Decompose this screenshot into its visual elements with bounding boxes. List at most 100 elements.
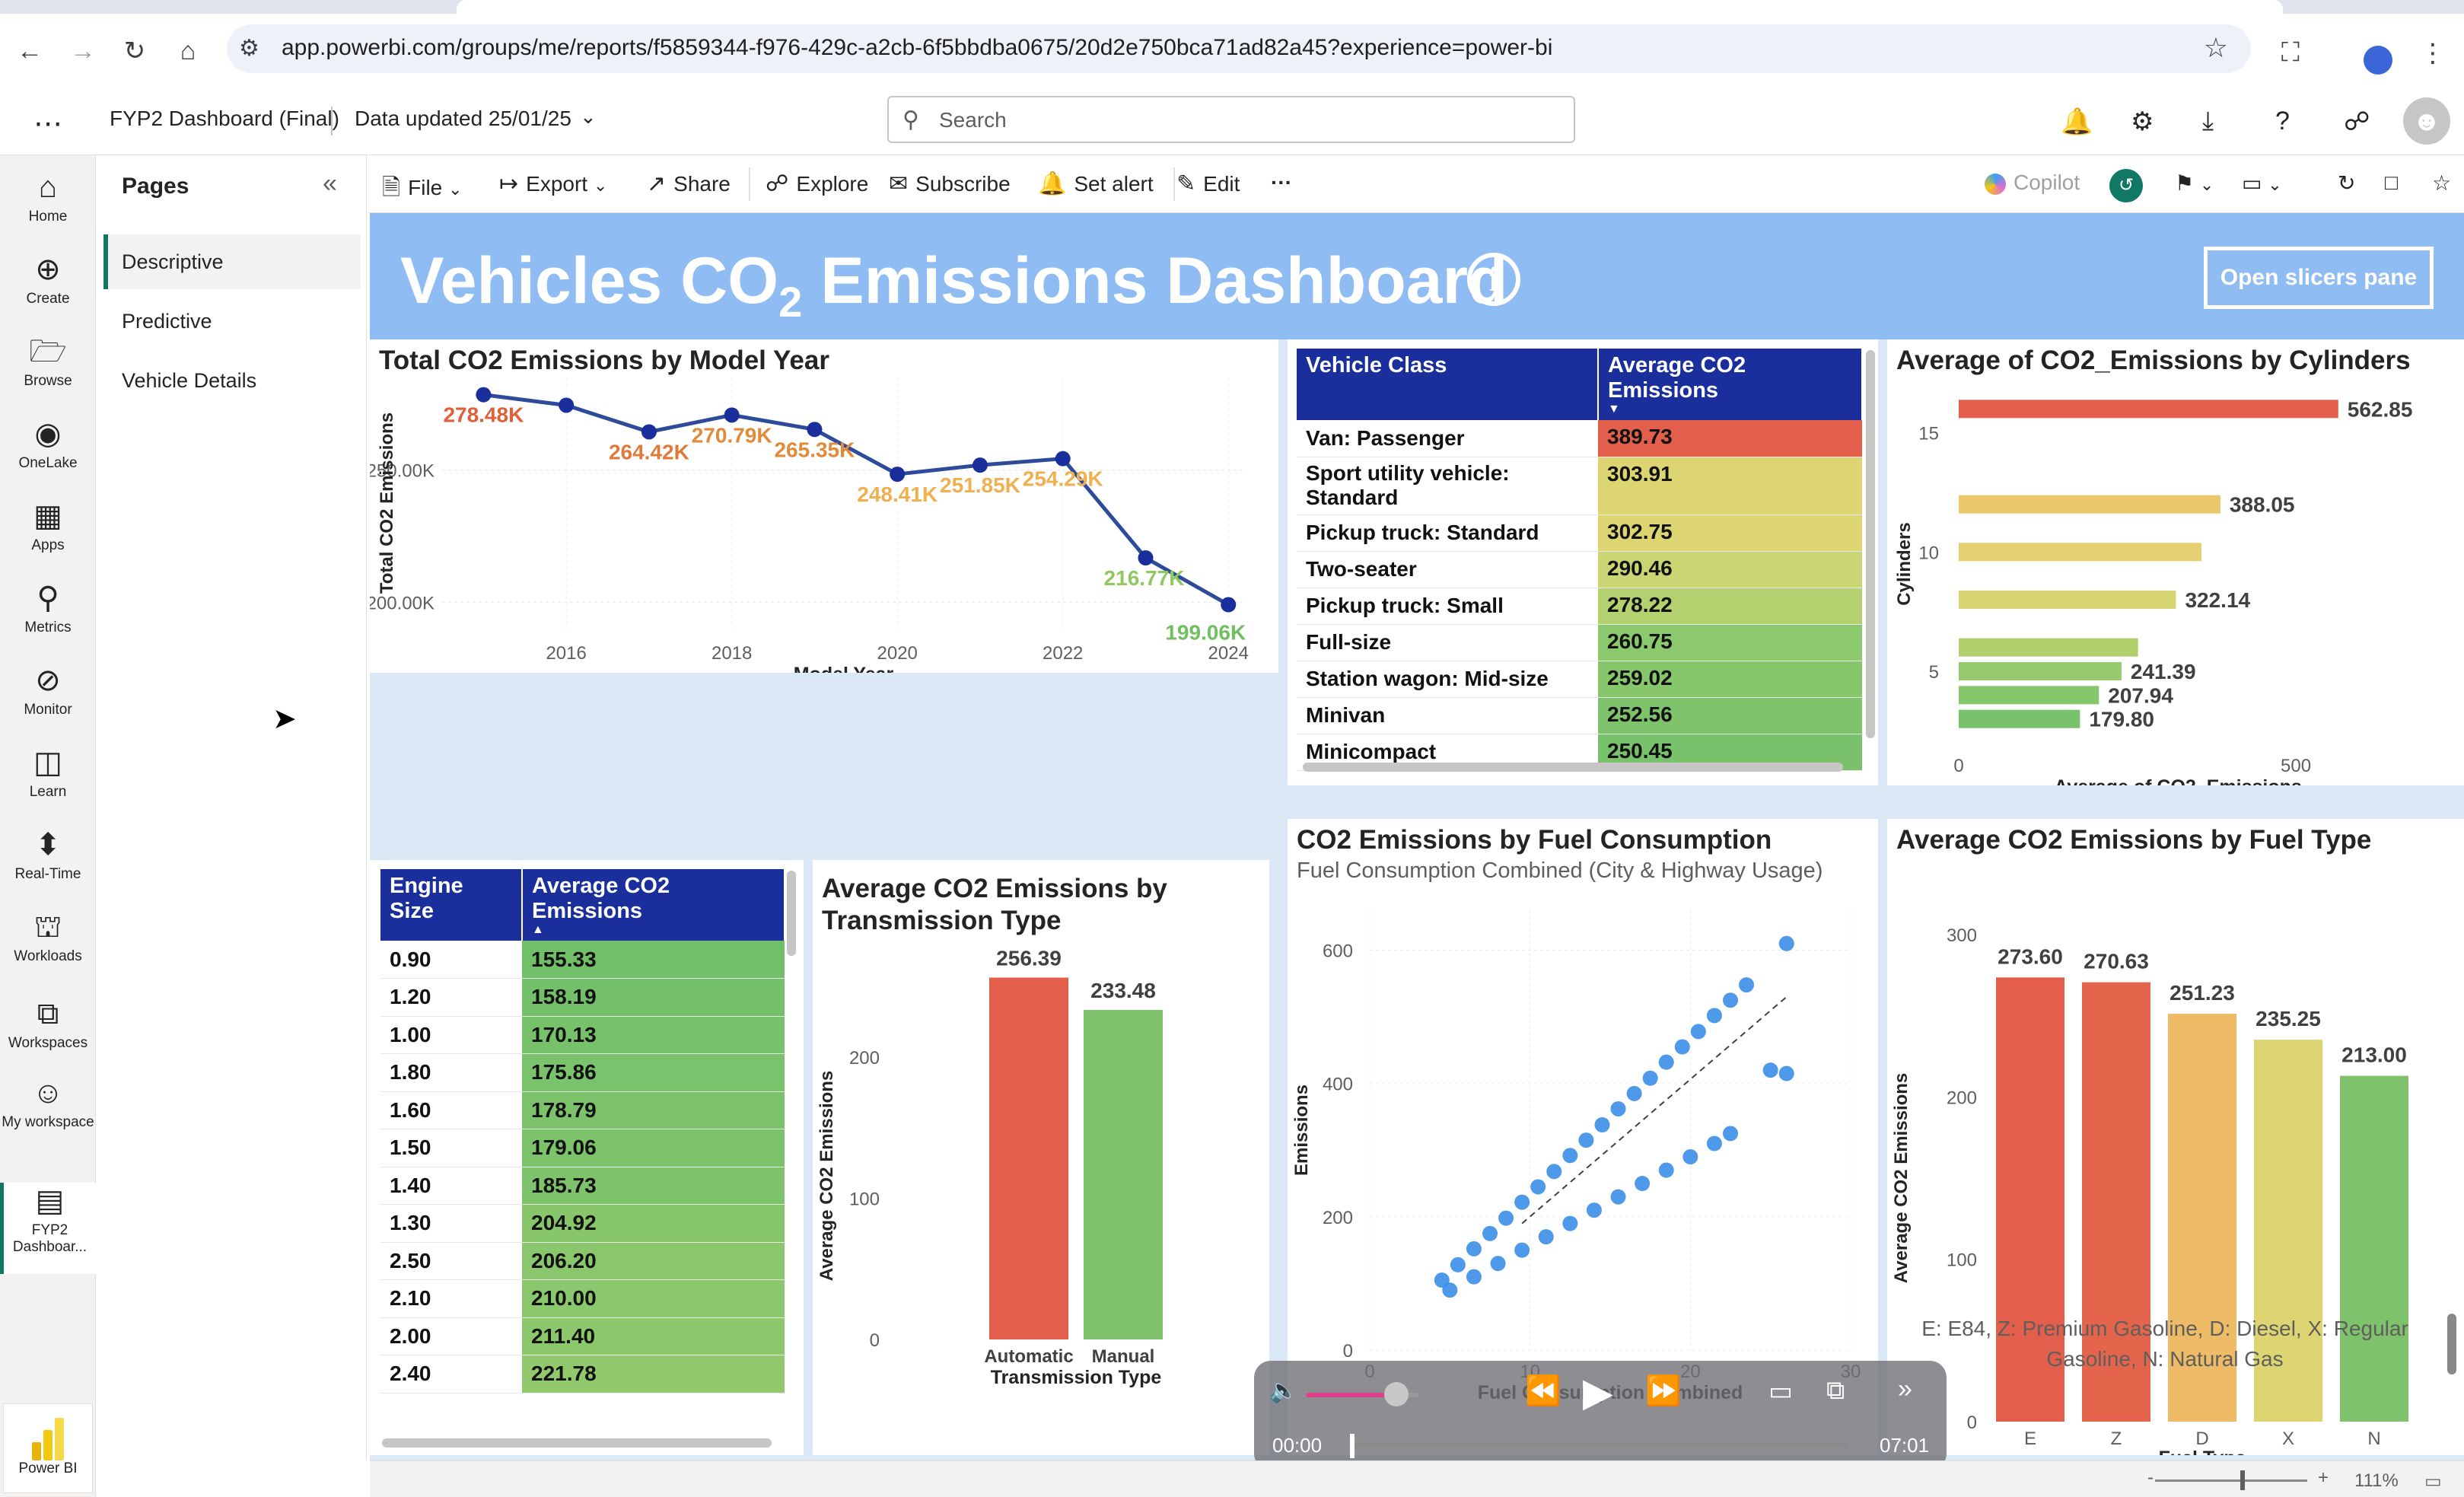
set-alert-button[interactable]: 🔔 Set alert <box>1038 170 1154 197</box>
horizontal-scrollbar[interactable] <box>382 1438 772 1448</box>
nav-my-workspace[interactable]: ☺ My workspace <box>0 1075 96 1131</box>
reset-icon[interactable]: ↺ <box>2109 169 2143 202</box>
airplay-icon[interactable]: ▭ <box>1768 1376 1793 1406</box>
table-row[interactable]: 1.80 175.86 <box>380 1053 785 1092</box>
profile-avatar[interactable] <box>2364 46 2392 75</box>
table-row[interactable]: 1.30 204.92 <box>380 1204 785 1243</box>
column-header-avg-co2[interactable]: Average CO2 Emissions ▼ <box>1598 349 1863 420</box>
fit-to-page-icon[interactable]: ▭ <box>2424 1470 2442 1492</box>
refresh-icon[interactable]: ↻ <box>2338 170 2355 196</box>
media-player-overlay[interactable]: 🔈 ⏪ ▶ ⏩ ▭ ⧉ » 00:00 07:01 <box>1254 1361 1947 1470</box>
fuel-type-chart-tile[interactable]: Average CO2 Emissions by Fuel Type 273.6… <box>1887 819 2464 1455</box>
scatter-chart-tile[interactable]: CO2 Emissions by Fuel Consumption Fuel C… <box>1288 819 1878 1455</box>
table-row[interactable]: 0.90 155.33 <box>380 941 785 979</box>
table-row[interactable]: 1.20 158.19 <box>380 978 785 1017</box>
horizontal-scrollbar[interactable] <box>1303 763 1843 772</box>
reload-icon[interactable]: ↻ <box>116 32 154 70</box>
table-row[interactable]: 1.00 170.13 <box>380 1016 785 1054</box>
url-text[interactable]: app.powerbi.com/groups/me/reports/f58593… <box>282 35 1552 61</box>
table-row[interactable]: 2.40 221.78 <box>380 1355 785 1393</box>
nav-learn[interactable]: ◫ Learn <box>0 744 96 801</box>
table-row[interactable]: Two-seater 290.46 <box>1297 551 1862 588</box>
nav-metrics[interactable]: ⚲ Metrics <box>0 580 96 636</box>
fast-forward-icon[interactable]: ⏩ <box>1645 1374 1681 1408</box>
data-updated-label[interactable]: Data updated 25/01/25 <box>355 107 571 131</box>
vertical-scrollbar[interactable] <box>1866 350 1875 738</box>
engine-size-table-tile[interactable]: Engine Size Average CO2 Emissions ▲ 0.90 1… <box>370 860 804 1455</box>
column-header-avg-co2[interactable]: Average CO2 Emissions ▲ <box>522 869 785 941</box>
collapse-pane-icon[interactable]: « <box>323 169 337 199</box>
page-vehicle-details[interactable]: Vehicle Details <box>103 353 361 408</box>
column-header-vehicle-class[interactable]: Vehicle Class <box>1297 349 1599 420</box>
zoom-in-button[interactable]: + <box>2318 1467 2329 1489</box>
zoom-slider[interactable] <box>2155 1479 2307 1482</box>
open-slicers-button[interactable]: Open slicers pane <box>2204 247 2434 309</box>
copilot-button[interactable]: Copilot <box>1985 170 2080 195</box>
view-icon[interactable]: ▭ ⌄ <box>2242 170 2282 196</box>
extensions-icon[interactable]: ⛶ <box>2281 38 2300 68</box>
play-icon[interactable]: ▶ <box>1583 1370 1613 1416</box>
vehicle-class-table-tile[interactable]: Vehicle Class Average CO2 Emissions ▼ Van… <box>1288 339 1878 785</box>
address-bar[interactable]: ⚙ app.powerbi.com/groups/me/reports/f585… <box>227 24 2251 73</box>
table-row[interactable]: 2.00 211.40 <box>380 1317 785 1355</box>
volume-knob[interactable] <box>1383 1382 1409 1406</box>
nav-current-report[interactable]: ▤ FYP2 Dashboar... <box>0 1183 96 1274</box>
home-icon[interactable]: ⌂ <box>169 32 207 70</box>
report-title[interactable]: FYP2 Dashboard (Final) <box>110 107 339 131</box>
rewind-icon[interactable]: ⏪ <box>1525 1374 1561 1408</box>
info-icon[interactable]: i <box>1467 253 1520 306</box>
table-row[interactable]: 1.50 179.06 <box>380 1129 785 1167</box>
site-settings-icon[interactable]: ⚙ <box>239 35 259 62</box>
table-row[interactable]: 1.40 185.73 <box>380 1167 785 1205</box>
more-options-button[interactable]: ··· <box>1271 170 1292 195</box>
bell-icon[interactable]: 🔔 <box>2061 107 2093 137</box>
picture-in-picture-icon[interactable]: ⧉ <box>1826 1376 1845 1406</box>
column-header-engine-size[interactable]: Engine Size <box>380 869 523 941</box>
subscribe-button[interactable]: ✉ Subscribe <box>889 170 1011 197</box>
table-row[interactable]: Pickup truck: Standard 302.75 <box>1297 514 1862 552</box>
zoom-out-button[interactable]: - <box>2147 1467 2154 1489</box>
app-launcher-icon[interactable]: ⋯ <box>33 107 62 141</box>
comment-icon[interactable]: □ <box>2385 170 2398 195</box>
table-row[interactable]: Full-size 260.75 <box>1297 624 1862 661</box>
cylinders-chart-tile[interactable]: Average of CO2_Emissions by Cylinders 56… <box>1887 339 2464 785</box>
export-menu[interactable]: ↦ Export ⌄ <box>499 170 607 197</box>
nav-workspaces[interactable]: ⧉ Workspaces <box>0 995 96 1052</box>
edit-button[interactable]: ✎ Edit <box>1176 170 1240 197</box>
search-input[interactable]: ⚲ Search <box>887 96 1575 143</box>
back-arrow-icon[interactable]: ← <box>11 32 49 70</box>
help-icon[interactable]: ? <box>2275 107 2290 136</box>
line-chart-tile[interactable]: Total CO2 Emissions by Model Year 278.48… <box>370 339 1278 673</box>
nav-workloads[interactable]: ⛫ Workloads <box>0 909 96 965</box>
table-row[interactable]: Van: Passenger 389.73 <box>1297 420 1862 457</box>
active-tab[interactable] <box>457 0 2283 14</box>
nav-apps[interactable]: ▦ Apps <box>0 498 96 554</box>
nav-monitor[interactable]: ⊘ Monitor <box>0 662 96 718</box>
table-row[interactable]: Station wagon: Mid-size 259.02 <box>1297 661 1862 698</box>
table-row[interactable]: Pickup truck: Small 278.22 <box>1297 588 1862 625</box>
nav-home[interactable]: ⌂ Home <box>0 169 96 225</box>
playback-scrubber[interactable] <box>1350 1434 1355 1458</box>
avatar[interactable]: ☻ <box>2403 97 2450 145</box>
table-row[interactable]: 1.60 178.79 <box>380 1091 785 1129</box>
chevron-down-icon[interactable]: ⌄ <box>580 105 597 129</box>
transmission-chart-tile[interactable]: Average CO2 Emissions by Transmission Ty… <box>813 860 1269 1455</box>
nav-create[interactable]: ⊕ Create <box>0 251 96 307</box>
table-row[interactable]: 2.10 210.00 <box>380 1279 785 1318</box>
zoom-slider-knob[interactable] <box>2240 1470 2245 1490</box>
explore-button[interactable]: ☍ Explore <box>766 170 868 197</box>
vertical-scrollbar[interactable] <box>787 871 796 956</box>
download-icon[interactable]: ⤓ <box>2202 107 2214 136</box>
more-controls-icon[interactable]: » <box>1898 1374 1912 1404</box>
file-menu[interactable]: 🗎 File ⌄ <box>382 170 462 209</box>
volume-icon[interactable]: 🔈 <box>1269 1378 1297 1404</box>
favorite-star-icon[interactable]: ☆ <box>2432 170 2451 196</box>
page-predictive[interactable]: Predictive <box>103 294 361 349</box>
bookmark-star-icon[interactable]: ☆ <box>2204 32 2228 64</box>
nav-real-time[interactable]: ⬍ Real-Time <box>0 827 96 883</box>
nav-browse[interactable]: 🗁 Browse <box>0 333 96 390</box>
playback-progress-bar[interactable] <box>1350 1443 1849 1448</box>
vertical-scrollbar[interactable] <box>2447 1314 2456 1374</box>
share-button[interactable]: ↗ Share <box>647 170 731 197</box>
table-row[interactable]: Sport utility vehicle: Standard 303.91 <box>1297 457 1862 515</box>
